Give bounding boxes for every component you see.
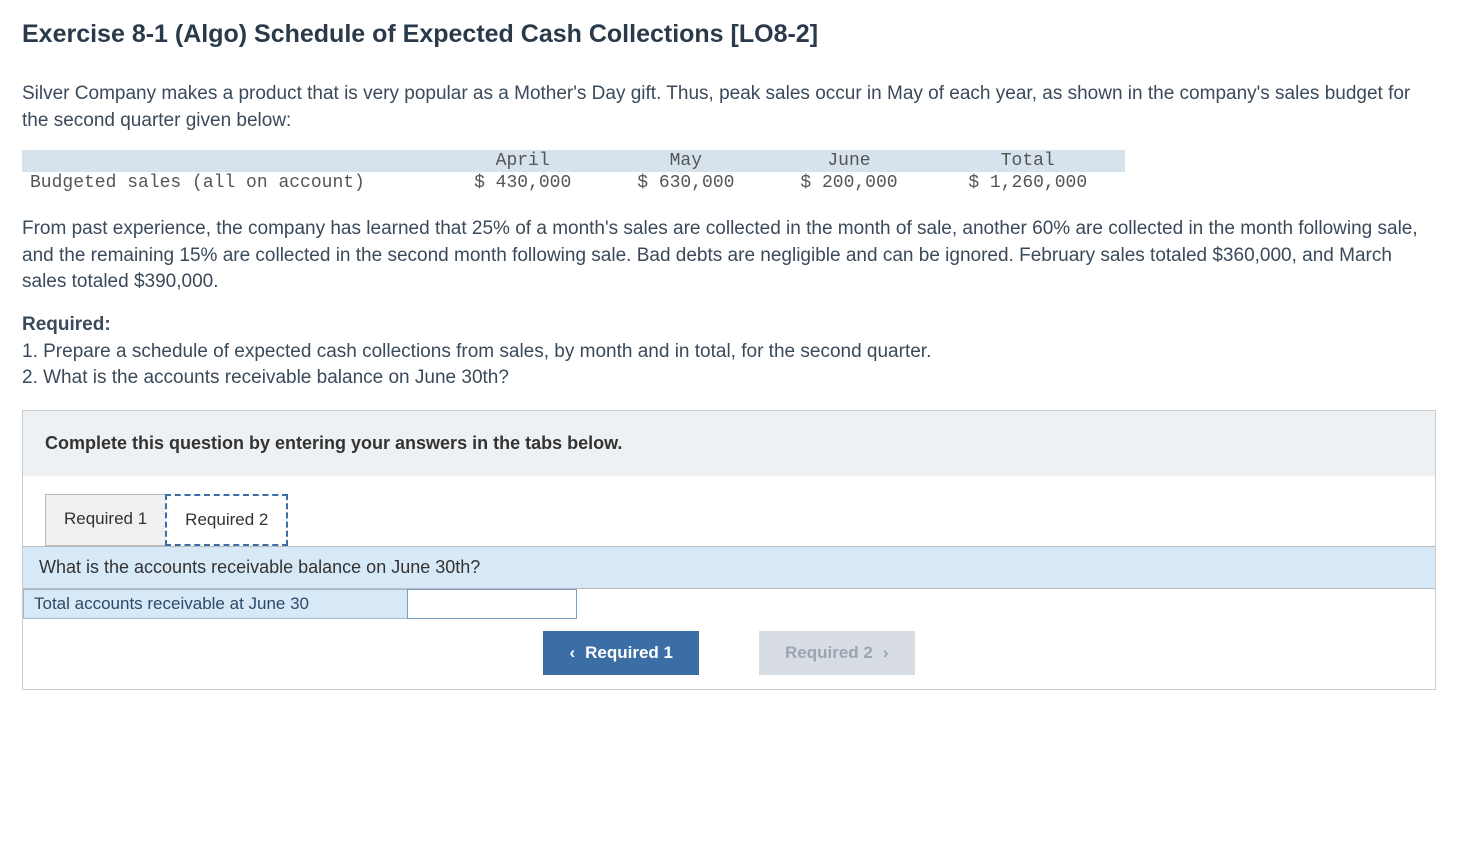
sales-budget-table: April May June Total Budgeted sales (all… (22, 150, 1125, 194)
next-label: Required 2 (785, 643, 873, 663)
answer-label: Total accounts receivable at June 30 (23, 589, 408, 619)
accounts-receivable-input[interactable] (407, 589, 577, 619)
header-total: Total (931, 150, 1125, 172)
answer-area: Complete this question by entering your … (22, 410, 1436, 690)
nav-buttons: ‹ Required 1 Required 2 › (23, 619, 1435, 689)
answer-row: Total accounts receivable at June 30 (23, 589, 1435, 619)
row-label: Budgeted sales (all on account) (22, 172, 441, 194)
cell-june: $ 200,000 (767, 172, 930, 194)
table-row: Budgeted sales (all on account) $ 430,00… (22, 172, 1125, 194)
requirement-1: 1. Prepare a schedule of expected cash c… (22, 341, 931, 362)
chevron-right-icon: › (883, 643, 889, 663)
body-paragraph: From past experience, the company has le… (22, 216, 1436, 296)
exercise-title: Exercise 8-1 (Algo) Schedule of Expected… (22, 20, 1436, 49)
intro-paragraph: Silver Company makes a product that is v… (22, 81, 1436, 134)
cell-may: $ 630,000 (604, 172, 767, 194)
header-blank (22, 150, 441, 172)
prev-label: Required 1 (585, 643, 673, 663)
cell-april: $ 430,000 (441, 172, 604, 194)
header-april: April (441, 150, 604, 172)
header-june: June (767, 150, 930, 172)
next-button: Required 2 › (759, 631, 915, 675)
requirement-2: 2. What is the accounts receivable balan… (22, 367, 509, 388)
chevron-left-icon: ‹ (569, 643, 575, 663)
subprompt: What is the accounts receivable balance … (23, 546, 1435, 589)
cell-total: $ 1,260,000 (931, 172, 1125, 194)
tab-required-2[interactable]: Required 2 (165, 494, 288, 546)
tab-required-1[interactable]: Required 1 (45, 494, 166, 546)
header-may: May (604, 150, 767, 172)
table-header-row: April May June Total (22, 150, 1125, 172)
instruction-bar: Complete this question by entering your … (23, 411, 1435, 476)
tabs-container: Required 1 Required 2 (23, 476, 1435, 546)
required-heading: Required: (22, 314, 111, 335)
prev-button[interactable]: ‹ Required 1 (543, 631, 699, 675)
